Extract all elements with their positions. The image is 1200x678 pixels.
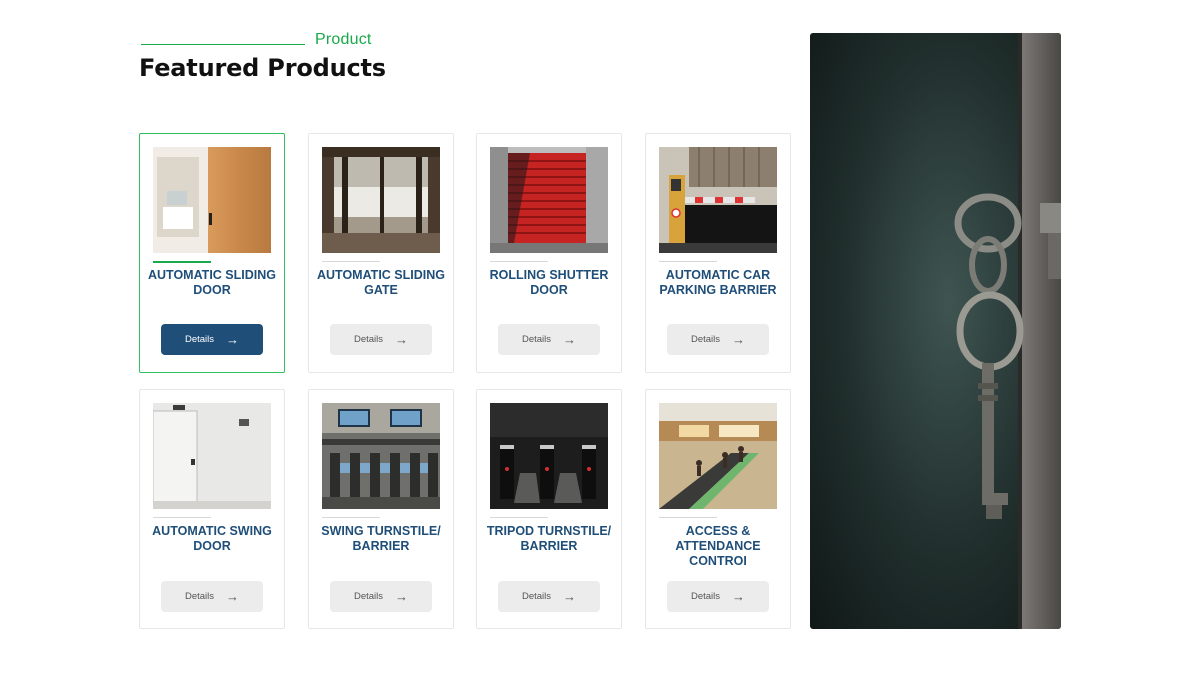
product-image-rolling-shutter xyxy=(490,147,608,253)
title-accent-line xyxy=(490,261,548,262)
details-button[interactable]: Details → xyxy=(498,581,600,612)
hero-image-keys-in-door xyxy=(810,33,1061,629)
product-title[interactable]: ACCESS & ATTENDANCE CONTROI xyxy=(652,524,784,569)
product-image-sliding-gate xyxy=(322,147,440,253)
details-button[interactable]: Details → xyxy=(161,581,263,612)
details-button[interactable]: Details → xyxy=(330,324,432,355)
details-button[interactable]: Details → xyxy=(161,324,263,355)
details-label: Details xyxy=(521,334,552,345)
details-button[interactable]: Details → xyxy=(667,581,769,612)
title-accent-line xyxy=(490,517,548,518)
product-card[interactable]: ACCESS & ATTENDANCE CONTROI Details → xyxy=(645,389,791,629)
eyebrow-divider xyxy=(141,44,305,45)
details-label: Details xyxy=(353,334,384,345)
title-accent-line xyxy=(322,261,380,262)
product-card[interactable]: ROLLING SHUTTER DOOR Details → xyxy=(476,133,622,373)
arrow-right-icon: → xyxy=(563,332,577,347)
product-image-escalator-mall xyxy=(659,403,777,509)
details-button[interactable]: Details → xyxy=(667,324,769,355)
arrow-right-icon: → xyxy=(395,332,409,347)
eyebrow-label: Product xyxy=(315,31,372,48)
details-label: Details xyxy=(690,591,721,602)
arrow-right-icon: → xyxy=(226,589,240,604)
product-title[interactable]: AUTOMATIC SWING DOOR xyxy=(146,524,278,554)
product-title[interactable]: ROLLING SHUTTER DOOR xyxy=(483,268,615,298)
product-card[interactable]: AUTOMATIC SLIDING GATE Details → xyxy=(308,133,454,373)
details-label: Details xyxy=(353,591,384,602)
title-accent-line xyxy=(153,261,211,263)
product-image-parking-barrier xyxy=(659,147,777,253)
title-accent-line xyxy=(659,261,717,262)
arrow-right-icon: → xyxy=(226,332,240,347)
product-title[interactable]: SWING TURNSTILE/ BARRIER xyxy=(315,524,447,554)
arrow-right-icon: → xyxy=(732,332,746,347)
details-button[interactable]: Details → xyxy=(498,324,600,355)
product-title[interactable]: AUTOMATIC SLIDING GATE xyxy=(315,268,447,298)
product-image-swing-turnstile xyxy=(322,403,440,509)
product-title[interactable]: AUTOMATIC SLIDING DOOR xyxy=(146,268,278,298)
details-label: Details xyxy=(184,591,215,602)
product-title[interactable]: TRIPOD TURNSTILE/ BARRIER xyxy=(483,524,615,554)
product-card[interactable]: AUTOMATIC SWING DOOR Details → xyxy=(139,389,285,629)
product-image-swing-door xyxy=(153,403,271,509)
title-accent-line xyxy=(153,517,211,518)
section-eyebrow: Product xyxy=(141,31,401,49)
arrow-right-icon: → xyxy=(563,589,577,604)
product-card[interactable]: AUTOMATIC SLIDING DOOR Details → xyxy=(139,133,285,373)
title-accent-line xyxy=(659,517,717,518)
section-title: Featured Products xyxy=(139,54,386,82)
product-card[interactable]: TRIPOD TURNSTILE/ BARRIER Details → xyxy=(476,389,622,629)
title-accent-line xyxy=(322,517,380,518)
details-label: Details xyxy=(184,334,215,345)
product-image-sliding-door xyxy=(153,147,271,253)
product-card[interactable]: AUTOMATIC CAR PARKING BARRIER Details → xyxy=(645,133,791,373)
product-card[interactable]: SWING TURNSTILE/ BARRIER Details → xyxy=(308,389,454,629)
details-label: Details xyxy=(521,591,552,602)
product-image-tripod-turnstile xyxy=(490,403,608,509)
details-button[interactable]: Details → xyxy=(330,581,432,612)
details-label: Details xyxy=(690,334,721,345)
product-title[interactable]: AUTOMATIC CAR PARKING BARRIER xyxy=(652,268,784,298)
arrow-right-icon: → xyxy=(732,589,746,604)
arrow-right-icon: → xyxy=(395,589,409,604)
